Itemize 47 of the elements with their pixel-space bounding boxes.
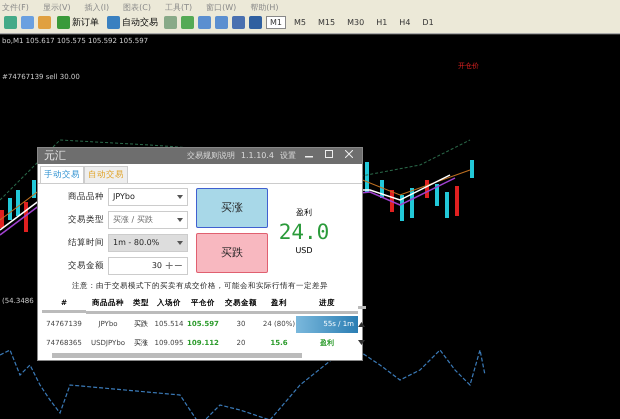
amount-field[interactable]: 30 +−	[108, 256, 188, 275]
timeframe-button[interactable]: M1	[266, 16, 286, 29]
caret-icon	[177, 194, 183, 199]
timeframe-button[interactable]: M5	[290, 16, 310, 29]
timeframe-button[interactable]: H1	[372, 16, 392, 29]
candle	[390, 190, 394, 212]
buy-down-button[interactable]: 买跌	[196, 232, 268, 273]
currency-label: USD	[295, 246, 313, 256]
select-field[interactable]: 1m - 80.0%	[108, 234, 188, 252]
field-label: 结算时间	[67, 236, 104, 249]
caret-icon	[177, 218, 183, 222]
candle	[425, 180, 429, 198]
candle	[8, 198, 12, 220]
field-label: 交易金额	[67, 260, 104, 272]
timeframe-button[interactable]: D1	[418, 16, 438, 29]
profit-value: 24.0	[278, 220, 330, 244]
candle	[410, 188, 414, 218]
tab[interactable]: 手动交易	[40, 166, 84, 183]
candle	[0, 210, 4, 228]
candle	[470, 160, 474, 178]
timeframe-button[interactable]: H4	[395, 16, 414, 29]
field-label: 商品品种	[67, 190, 104, 203]
rules-link[interactable]: 交易规则说明	[186, 150, 235, 162]
caret-icon	[177, 240, 183, 245]
candle	[380, 180, 384, 198]
field-label: 交易类型	[67, 214, 104, 226]
candle	[435, 184, 439, 206]
buy-up-button[interactable]: 买涨	[196, 188, 268, 228]
scroll-up-icon[interactable]	[358, 322, 365, 327]
candle	[455, 186, 459, 216]
candle	[16, 190, 20, 216]
timeframe-button[interactable]: M15	[314, 16, 340, 29]
candle	[445, 192, 449, 218]
settings-link[interactable]: 设置	[280, 150, 296, 162]
profit-label: 盈利	[296, 207, 312, 218]
candle	[24, 202, 28, 232]
timeframe-button[interactable]: M30	[343, 16, 368, 29]
dialog-title: 元汇	[44, 148, 67, 164]
new-order-button[interactable]: 新订单	[55, 14, 101, 32]
horizontal-scrollbar[interactable]	[52, 352, 302, 358]
scroll-down-icon[interactable]	[358, 340, 365, 346]
candle	[365, 162, 369, 192]
version-label: 1.1.10.4	[240, 151, 274, 160]
auto-trade-button[interactable]: 自动交易	[105, 14, 160, 32]
candle	[32, 180, 36, 198]
select-field[interactable]: JPYbo	[108, 188, 188, 206]
candle	[400, 195, 404, 221]
